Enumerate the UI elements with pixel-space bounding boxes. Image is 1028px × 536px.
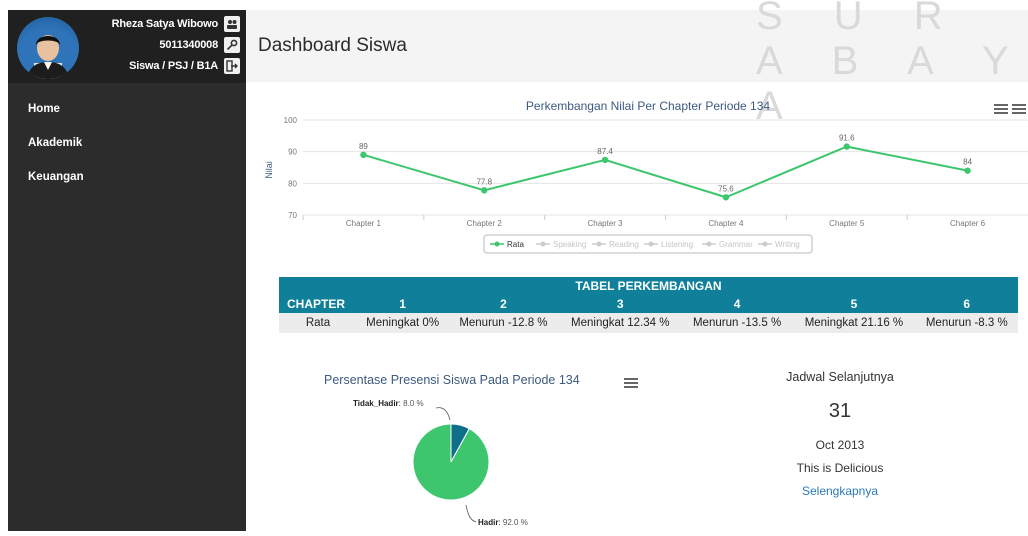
pie-chart-title: Persentase Presensi Siswa Pada Periode 1… <box>324 373 580 387</box>
x-tick-label: Chapter 2 <box>467 219 503 228</box>
user-group-icon[interactable] <box>224 16 240 32</box>
legend-item[interactable]: Listening <box>661 240 693 249</box>
sidebar-item-akademik[interactable]: Akademik <box>8 136 246 170</box>
page-title: Dashboard Siswa <box>258 35 407 56</box>
table-cell: Meningkat 12.34 % <box>558 313 682 333</box>
table-cell: Meningkat 21.16 % <box>792 313 916 333</box>
data-label: 84 <box>963 158 972 167</box>
schedule-event: This is Delicious <box>796 461 884 475</box>
y-tick-label: 70 <box>288 211 297 220</box>
pie-label-connector <box>435 407 451 421</box>
key-icon[interactable] <box>224 37 240 53</box>
profile-class-row: Siswa / PSJ / B1A <box>129 58 240 74</box>
table-header-cell: 3 <box>558 294 682 313</box>
data-point[interactable] <box>722 194 730 201</box>
table-header-cell: 1 <box>357 294 449 313</box>
data-label: 87.4 <box>597 147 613 156</box>
y-axis-label: Nilai <box>264 161 274 179</box>
profile-panel: Rheza Satya Wibowo 5011340008 Siswa / PS… <box>8 10 246 83</box>
menu-icon[interactable] <box>994 102 1008 116</box>
x-tick-label: Chapter 3 <box>588 219 624 228</box>
profile-name-row: Rheza Satya Wibowo <box>112 16 240 32</box>
table-header-cell: 4 <box>681 294 793 313</box>
table-header-row: CHAPTER 1 2 3 4 5 6 <box>279 294 1018 313</box>
data-point[interactable] <box>601 156 609 164</box>
data-point[interactable] <box>843 143 850 150</box>
legend-marker <box>540 241 546 247</box>
y-tick-label: 90 <box>288 148 297 157</box>
y-tick-label: 80 <box>288 179 297 188</box>
table-header-cell: 5 <box>792 294 916 313</box>
pie-slice-hadir[interactable] <box>412 423 490 501</box>
sidebar-item-home[interactable]: Home <box>8 102 246 136</box>
schedule-day: 31 <box>828 400 852 422</box>
table-title: TABEL PERKEMBANGAN <box>279 277 1018 294</box>
x-tick-label: Chapter 5 <box>829 219 865 228</box>
schedule-heading: Jadwal Selanjutnya <box>786 370 894 384</box>
profile-class: Siswa / PSJ / B1A <box>129 60 218 72</box>
profile-name: Rheza Satya Wibowo <box>111 18 219 30</box>
sidebar-nav: Home Akademik Keuangan <box>8 102 246 204</box>
x-tick-label: Chapter 6 <box>950 219 986 228</box>
avatar <box>17 17 79 79</box>
profile-id: 5011340008 <box>159 39 218 51</box>
table-cell: Menurun -13.5 % <box>681 313 793 333</box>
legend-marker <box>494 241 500 247</box>
x-tick-label: Chapter 1 <box>346 219 382 228</box>
data-label: 91.6 <box>839 134 855 143</box>
pie-label-hadir: Hadir: 92.0 % <box>478 518 528 527</box>
menu-icon[interactable] <box>624 376 638 390</box>
line-chart-title: Perkembangan Nilai Per Chapter Periode 1… <box>526 99 770 113</box>
legend-marker <box>762 241 768 247</box>
schedule-more-link[interactable]: Selengkapnya <box>740 484 940 498</box>
legend-item[interactable]: Speaking <box>553 240 586 249</box>
pie-label-tidak-hadir: Tidak_Hadir: 8.0 % <box>353 399 424 408</box>
table-header-chapter: CHAPTER <box>279 294 357 313</box>
legend-marker <box>648 241 654 247</box>
table-row-label: Rata <box>279 313 357 333</box>
table-header-cell: 6 <box>915 294 1018 313</box>
data-label: 89 <box>359 142 368 151</box>
page-header: S U R A B A Y A Dashboard Siswa <box>246 0 1028 128</box>
table-cell: Menurun -8.3 % <box>915 313 1018 333</box>
sidebar-item-keuangan[interactable]: Keuangan <box>8 170 246 204</box>
data-label: 75.6 <box>718 184 734 193</box>
line-chart: Perkembangan Nilai Per Chapter Periode 1… <box>264 99 1028 254</box>
x-tick-label: Chapter 4 <box>708 219 744 228</box>
data-label: 77.8 <box>476 177 492 186</box>
table-header-cell: 2 <box>448 294 559 313</box>
pie-label-connector <box>465 504 477 523</box>
logout-icon[interactable] <box>224 58 240 74</box>
table-row: Rata Meningkat 0% Menurun -12.8 % Mening… <box>279 313 1018 333</box>
legend-item[interactable]: Grammar <box>719 240 753 249</box>
series-line-rata <box>363 145 968 199</box>
legend-item[interactable]: Reading <box>609 240 639 249</box>
pie-chart-panel: Persentase Presensi Siswa Pada Periode 1… <box>258 360 678 531</box>
profile-id-row: 5011340008 <box>159 37 240 53</box>
schedule-month: Oct 2013 <box>815 438 865 452</box>
y-tick-label: 100 <box>284 116 298 125</box>
menu-icon[interactable] <box>1012 102 1026 116</box>
legend-item[interactable]: Writing <box>775 240 800 249</box>
legend-marker <box>596 241 602 247</box>
table-cell: Meningkat 0% <box>357 313 449 333</box>
legend-marker <box>706 241 712 247</box>
data-point[interactable] <box>964 167 971 174</box>
sidebar: Rheza Satya Wibowo 5011340008 Siswa / PS… <box>8 10 246 531</box>
progress-table: TABEL PERKEMBANGAN CHAPTER 1 2 3 4 5 6 R… <box>279 277 1018 333</box>
legend-item[interactable]: Rata <box>507 240 524 249</box>
data-point[interactable] <box>360 151 367 159</box>
data-point[interactable] <box>481 187 488 194</box>
table-cell: Menurun -12.8 % <box>448 313 559 333</box>
